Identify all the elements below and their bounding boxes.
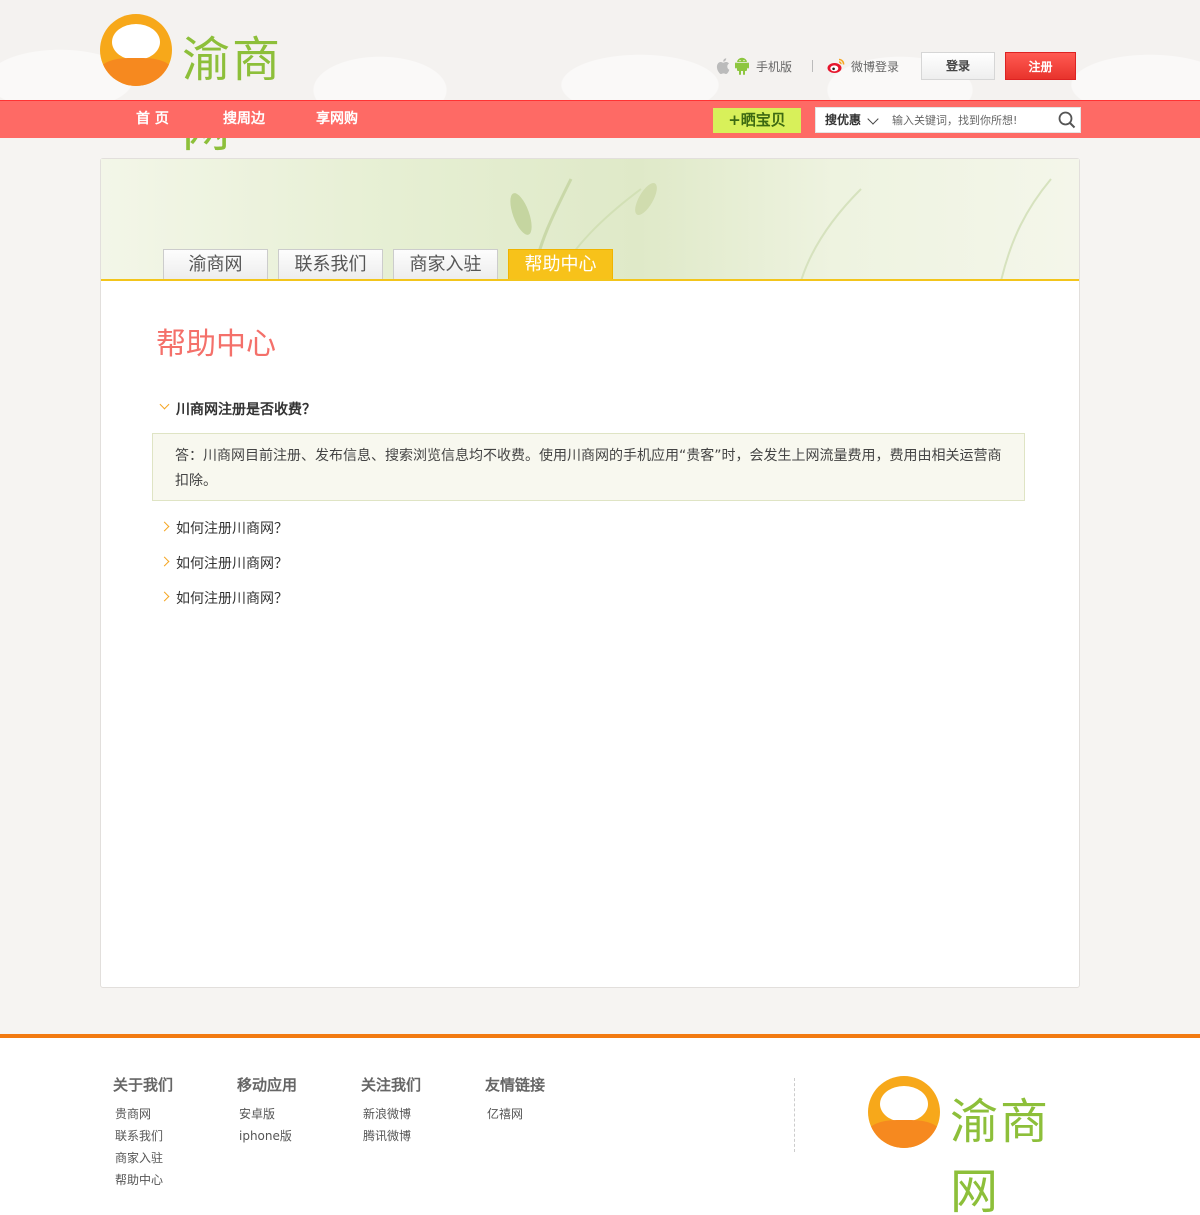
- footer-logo[interactable]: 渝商网: [868, 1076, 1098, 1215]
- login-button[interactable]: 登录: [921, 52, 995, 80]
- banner-image: 渝商网 联系我们 商家入驻 帮助中心: [101, 159, 1079, 281]
- faq-question: 川商网注册是否收费？: [176, 402, 316, 418]
- site-logo[interactable]: 渝商网: [100, 14, 330, 158]
- footer-col-title: 移动应用: [237, 1076, 298, 1094]
- faq-question: 如何注册川商网？: [176, 556, 288, 572]
- footer-col-about: 关于我们 贵商网 联系我们 商家入驻 帮助中心: [113, 1074, 173, 1191]
- footer-col-follow: 关注我们 新浪微博 腾讯微博: [361, 1074, 421, 1147]
- chevron-right-icon: [159, 591, 170, 602]
- footer-col-mobile: 移动应用 安卓版 iphone版: [237, 1074, 297, 1147]
- tab-contact[interactable]: 联系我们: [278, 249, 383, 279]
- chevron-down-icon: [159, 399, 170, 410]
- divider: [812, 60, 814, 72]
- search-input[interactable]: [892, 110, 1052, 130]
- footer-link[interactable]: 腾讯微博: [361, 1125, 421, 1147]
- footer-link[interactable]: 新浪微博: [361, 1103, 421, 1125]
- search-box: 搜优惠: [815, 107, 1081, 133]
- footer-divider-dashed: [794, 1078, 795, 1152]
- mobile-version-link[interactable]: 手机版: [756, 58, 792, 75]
- tab-home[interactable]: 渝商网: [163, 249, 268, 279]
- footer-col-friends: 友情链接 亿禧网: [485, 1074, 545, 1125]
- footer-link[interactable]: 商家入驻: [113, 1147, 173, 1169]
- search-type-label: 搜优惠: [825, 113, 862, 127]
- logo-text: 渝商网: [950, 1094, 1051, 1215]
- logo-mark: [100, 14, 172, 86]
- top-links: 手机版 微博登录: [716, 52, 899, 80]
- tab-merchant[interactable]: 商家入驻: [393, 249, 498, 279]
- main-nav: 首 页 搜周边 享网购 +晒宝贝 搜优惠: [0, 100, 1200, 138]
- footer-link[interactable]: 帮助中心: [113, 1169, 173, 1191]
- logo-text: 渝商网: [182, 32, 283, 158]
- apple-icon[interactable]: [716, 58, 730, 74]
- site-header: 渝商网 手机版 微博登录 登录 注册: [0, 0, 1200, 158]
- footer-col-title: 友情链接: [485, 1076, 546, 1094]
- register-button[interactable]: 注册: [1005, 52, 1076, 80]
- tab-help[interactable]: 帮助中心: [508, 249, 613, 279]
- nav-item-shopping[interactable]: 享网购: [316, 101, 358, 138]
- faq-question: 如何注册川商网？: [176, 591, 288, 607]
- footer-col-title: 关于我们: [113, 1076, 174, 1094]
- show-treasure-button[interactable]: +晒宝贝: [713, 108, 801, 133]
- footer-link[interactable]: 贵商网: [113, 1103, 173, 1125]
- nav-item-nearby[interactable]: 搜周边: [223, 101, 265, 138]
- faq-question: 如何注册川商网？: [176, 521, 288, 537]
- footer-link[interactable]: 安卓版: [237, 1103, 297, 1125]
- search-type-select[interactable]: 搜优惠: [816, 108, 886, 132]
- chevron-right-icon: [159, 521, 170, 532]
- faq-answer: 答：川商网目前注册、发布信息、搜索浏览信息均不收费。使用川商网的手机应用“贵客”…: [152, 433, 1025, 501]
- chevron-down-icon: [867, 113, 879, 125]
- android-icon[interactable]: [734, 57, 750, 75]
- logo-mark: [868, 1076, 940, 1148]
- weibo-login-link[interactable]: 微博登录: [851, 58, 899, 75]
- tab-bar: 渝商网 联系我们 商家入驻 帮助中心: [163, 249, 623, 279]
- footer-link[interactable]: iphone版: [237, 1125, 297, 1147]
- page-title: 帮助中心: [156, 327, 276, 362]
- footer-link[interactable]: 亿禧网: [485, 1103, 545, 1125]
- chevron-right-icon: [159, 556, 170, 567]
- search-icon[interactable]: [1058, 111, 1076, 129]
- nav-item-home[interactable]: 首 页: [136, 101, 169, 138]
- content-card: 渝商网 联系我们 商家入驻 帮助中心 帮助中心 川商网注册是否收费？ 答：川商网…: [100, 158, 1080, 988]
- weibo-icon[interactable]: [827, 58, 845, 74]
- site-footer: 关于我们 贵商网 联系我们 商家入驻 帮助中心 移动应用 安卓版 iphone版…: [0, 1038, 1200, 1215]
- footer-col-title: 关注我们: [361, 1076, 422, 1094]
- footer-link[interactable]: 联系我们: [113, 1125, 173, 1147]
